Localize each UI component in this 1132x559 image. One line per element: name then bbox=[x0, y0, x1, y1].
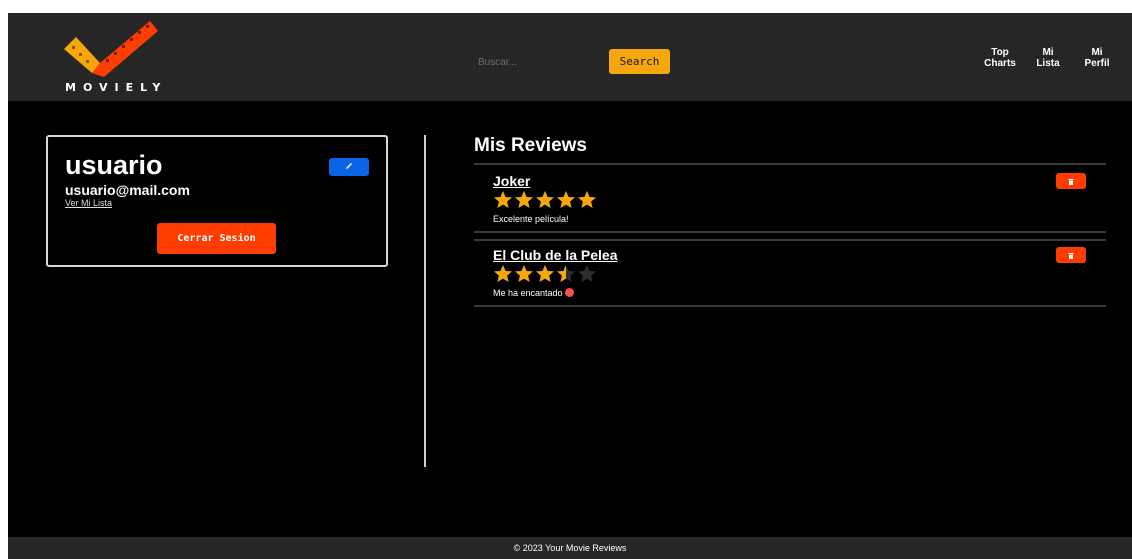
review-movie-title[interactable]: El Club de la Pelea bbox=[493, 247, 618, 263]
review-text: Excelente película! bbox=[493, 214, 569, 224]
star-full-icon bbox=[494, 265, 512, 282]
nav-mi-lista[interactable]: Mi Lista bbox=[1033, 47, 1063, 69]
logo-checkmark-icon bbox=[64, 21, 158, 77]
star-full-icon bbox=[557, 191, 575, 208]
trash-icon bbox=[1068, 252, 1074, 259]
star-full-icon bbox=[494, 191, 512, 208]
divider bbox=[474, 305, 1106, 307]
divider bbox=[474, 163, 1106, 165]
search-button[interactable]: Search bbox=[609, 49, 670, 74]
pencil-icon bbox=[346, 162, 352, 169]
edit-profile-button[interactable] bbox=[329, 158, 369, 176]
review-item: Joker Excelente película! bbox=[474, 173, 1106, 233]
profile-username: usuario bbox=[65, 150, 163, 180]
star-full-icon bbox=[536, 265, 554, 282]
logout-button[interactable]: Cerrar Sesion bbox=[157, 223, 276, 254]
review-text-content: Me ha encantado bbox=[493, 288, 563, 298]
logo[interactable]: MOVIELY bbox=[62, 19, 162, 95]
trash-icon bbox=[1068, 178, 1074, 185]
star-empty-icon bbox=[578, 265, 596, 282]
delete-review-button[interactable] bbox=[1056, 247, 1086, 263]
logo-text: MOVIELY bbox=[65, 81, 168, 94]
header: MOVIELY Search Top Charts Mi Lista Mi Pe… bbox=[8, 13, 1132, 101]
my-list-link[interactable]: Ver Mi Lista bbox=[65, 198, 112, 208]
vertical-divider bbox=[424, 135, 426, 467]
nav-mi-perfil[interactable]: Mi Perfil bbox=[1080, 47, 1114, 69]
divider bbox=[474, 239, 1106, 241]
reviews-title: Mis Reviews bbox=[474, 135, 587, 156]
review-item: El Club de la Pelea Me ha encantado bbox=[474, 247, 1106, 307]
star-full-icon bbox=[578, 191, 596, 208]
star-full-icon bbox=[515, 191, 533, 208]
profile-email: usuario@mail.com bbox=[65, 182, 190, 198]
footer-text: © 2023 Your Movie Reviews bbox=[513, 543, 627, 553]
delete-review-button[interactable] bbox=[1056, 173, 1086, 189]
app-frame: MOVIELY Search Top Charts Mi Lista Mi Pe… bbox=[8, 13, 1132, 559]
divider bbox=[474, 231, 1106, 233]
review-text: Me ha encantado bbox=[493, 288, 574, 298]
footer: © 2023 Your Movie Reviews bbox=[8, 537, 1132, 559]
profile-card: usuario usuario@mail.com Ver Mi Lista Ce… bbox=[46, 135, 388, 267]
nav-top-charts[interactable]: Top Charts bbox=[983, 47, 1017, 69]
star-full-icon bbox=[536, 191, 554, 208]
search-input[interactable] bbox=[474, 51, 598, 73]
star-full-icon bbox=[515, 265, 533, 282]
review-movie-title[interactable]: Joker bbox=[493, 173, 530, 189]
star-half-icon bbox=[557, 265, 575, 282]
heart-eyes-emoji-icon bbox=[564, 288, 574, 297]
